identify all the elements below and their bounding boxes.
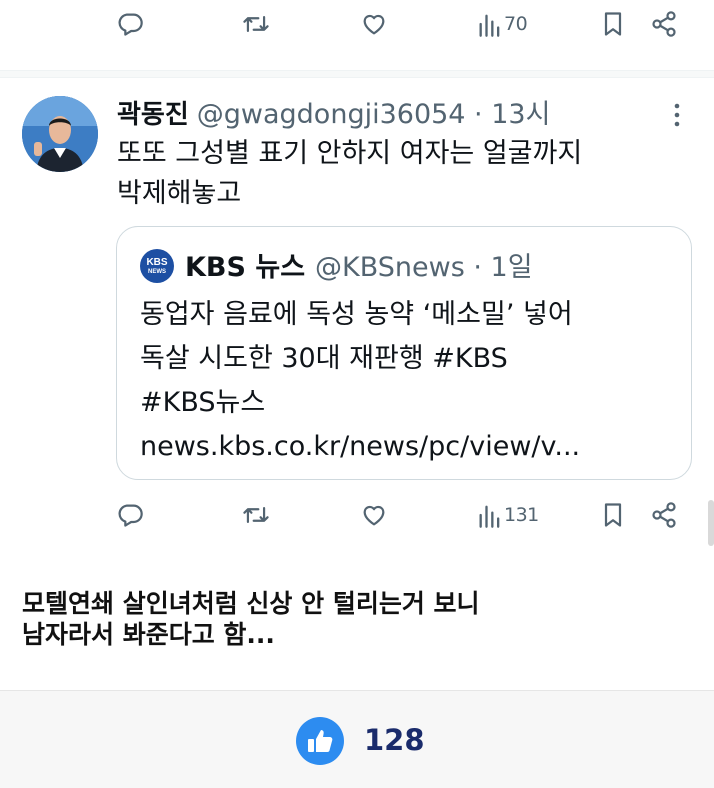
share-icon (652, 11, 676, 37)
bookmark-icon (604, 503, 622, 527)
quoted-link[interactable]: news.kbs.co.kr/news/pc/view/v... (140, 425, 680, 469)
tweet-header: 곽동진 @gwagdongji36054 · 13시 (117, 92, 550, 131)
scrollbar-thumb[interactable] (708, 500, 714, 546)
retweet-button[interactable] (241, 501, 271, 529)
retweet-icon (243, 506, 269, 524)
views-button[interactable]: 70 (478, 10, 528, 38)
reply-icon (118, 504, 143, 527)
tweet[interactable]: 곽동진 @gwagdongji36054 · 13시 또또 그성별 표기 안하지… (0, 78, 714, 548)
heart-icon (363, 14, 385, 35)
quoted-header: KBS 뉴스 @KBSnews · 1일 (185, 245, 533, 284)
views-count: 70 (504, 13, 528, 35)
heart-icon (363, 505, 385, 526)
more-options-button[interactable] (672, 102, 682, 132)
reply-button[interactable] (116, 10, 144, 38)
avatar[interactable] (22, 96, 98, 172)
views-button[interactable]: 131 (478, 501, 539, 529)
previous-tweet-actions: 70 (0, 0, 714, 48)
tweet-text-line: 또또 그성별 표기 안하지 여자는 얼굴까지 (117, 138, 583, 169)
like-button[interactable] (360, 501, 388, 529)
tweet-divider (0, 70, 714, 78)
quoted-text: 동업자 음료에 독성 농약 ‘메소밀’ 넣어 독살 시도한 30대 재판행 #K… (140, 293, 680, 469)
bookmark-button[interactable] (600, 10, 626, 38)
author-name[interactable]: 곽동진 (117, 94, 189, 131)
comment-line: 남자라서 봐준다고 함... (22, 620, 275, 649)
logo-text: KBS (146, 256, 168, 268)
comment-line: 모텔연쇄 살인녀처럼 신상 안 털리는거 보니 (22, 589, 480, 618)
thumbs-up-icon (308, 730, 333, 752)
bookmark-icon (604, 12, 622, 36)
kbs-news-logo: KBS NEWS (140, 249, 174, 283)
like-count: 128 (364, 723, 425, 757)
reply-button[interactable] (116, 501, 144, 529)
retweet-button[interactable] (241, 10, 271, 38)
reply-icon (118, 13, 143, 36)
tweet-actions: 131 (0, 493, 714, 533)
like-button[interactable] (360, 10, 388, 38)
thumbs-up-button[interactable] (296, 717, 344, 765)
retweet-icon (243, 15, 269, 33)
quoted-author-name: KBS 뉴스 (185, 252, 306, 283)
quoted-tweet[interactable]: KBS NEWS KBS 뉴스 @KBSnews · 1일 동업자 음료에 독성… (116, 226, 692, 480)
quoted-text-line: 동업자 음료에 독성 농약 ‘메소밀’ 넣어 (140, 299, 573, 330)
post-comment: 모텔연쇄 살인녀처럼 신상 안 털리는거 보니 남자라서 봐준다고 함... (22, 588, 682, 650)
quoted-text-line: 독살 시도한 30대 재판행 #KBS (140, 343, 508, 374)
views-icon (479, 505, 500, 528)
recommend-bar: 128 (0, 690, 714, 788)
tweet-text-line: 박제해놓고 (117, 178, 242, 209)
views-count: 131 (504, 504, 539, 526)
share-icon (652, 502, 676, 528)
quoted-hashtag-line[interactable]: #KBS뉴스 (140, 381, 680, 425)
more-vertical-icon (674, 103, 680, 127)
tweet-text: 또또 그성별 표기 안하지 여자는 얼굴까지 박제해놓고 (117, 134, 677, 214)
author-handle-time[interactable]: @gwagdongji36054 · 13시 (197, 92, 551, 131)
share-button[interactable] (650, 10, 678, 38)
bookmark-button[interactable] (600, 501, 626, 529)
quoted-handle-time: @KBSnews · 1일 (315, 252, 533, 283)
logo-subtext: NEWS (148, 268, 166, 275)
share-button[interactable] (650, 501, 678, 529)
views-icon (479, 14, 500, 37)
